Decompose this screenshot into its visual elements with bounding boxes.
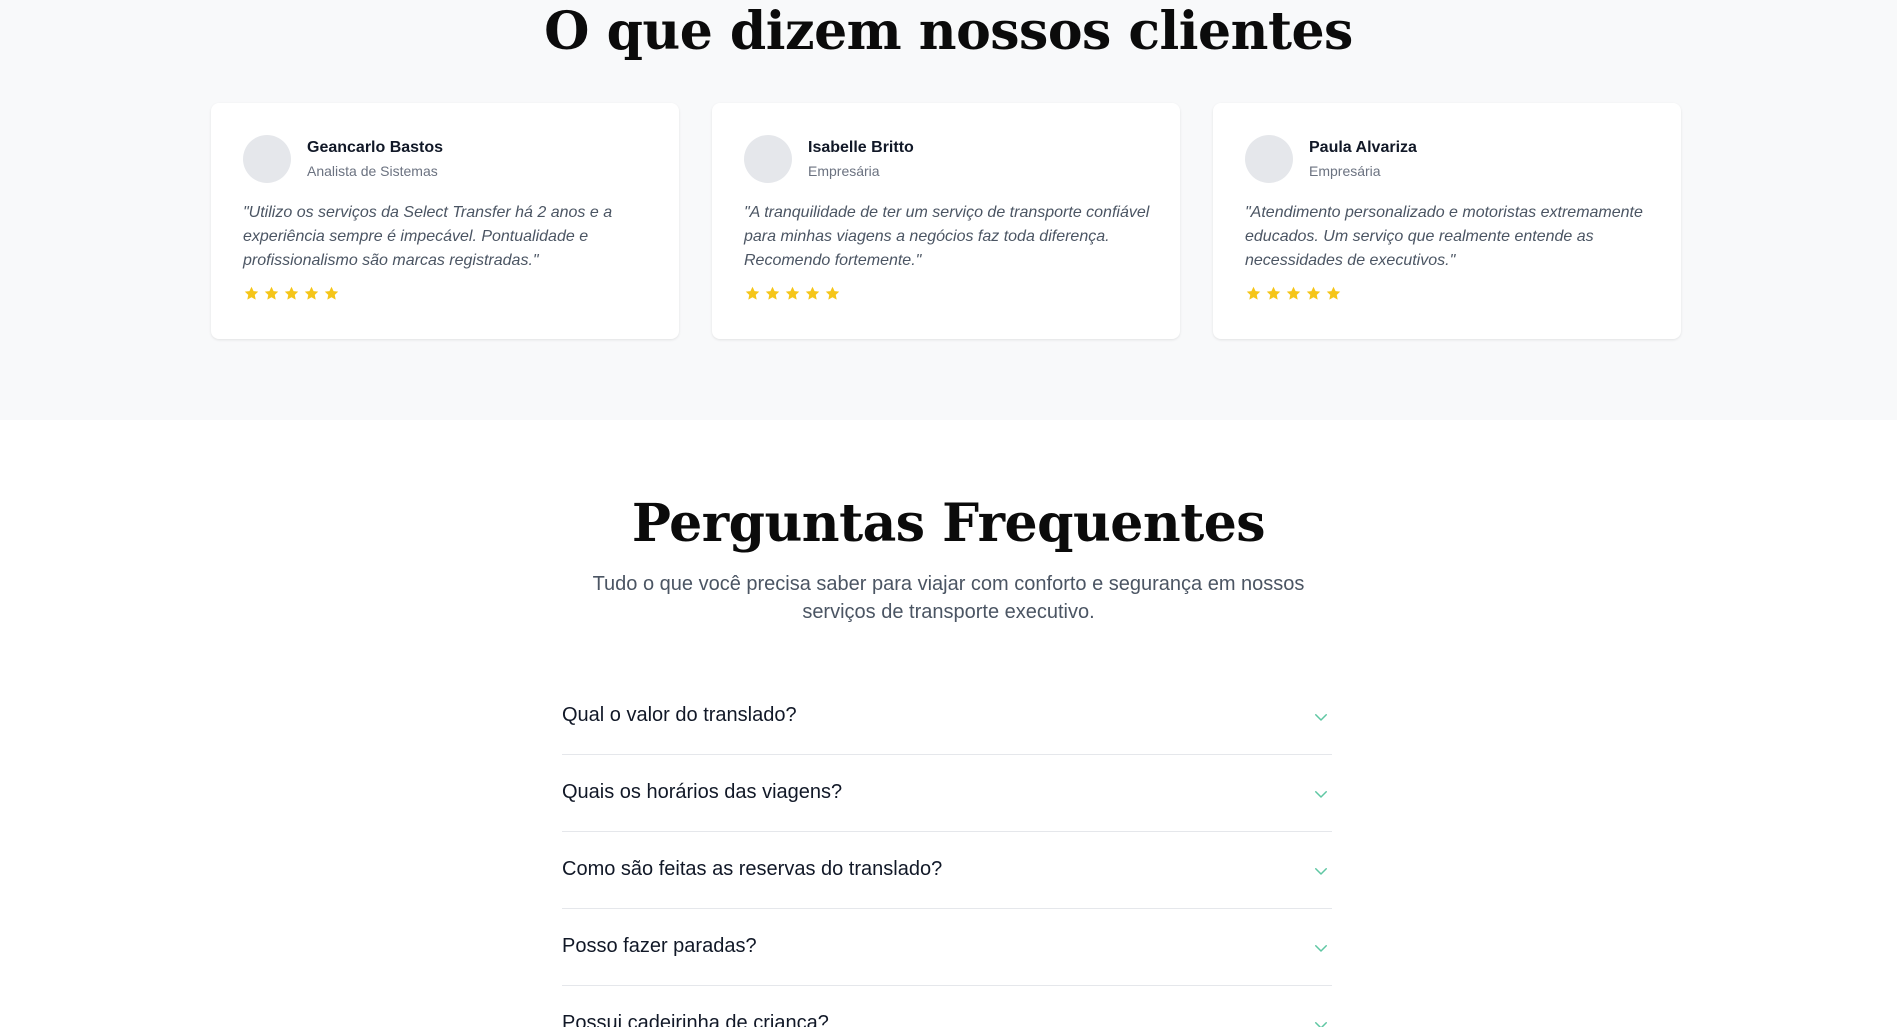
faq-question[interactable]: Quais os horários das viagens?: [562, 781, 842, 804]
star-icon: [744, 285, 761, 302]
testimonials-section: O que dizem nossos clientes Geancarlo Ba…: [0, 0, 1897, 420]
page: O que dizem nossos clientes Geancarlo Ba…: [0, 0, 1897, 1027]
faq-subtitle: Tudo o que você precisa saber para viaja…: [0, 570, 1897, 626]
faq-question[interactable]: Possui cadeirinha de criança?: [562, 1012, 829, 1027]
faq-item[interactable]: Posso fazer paradas?: [562, 909, 1332, 986]
faq-item[interactable]: Possui cadeirinha de criança?: [562, 986, 1332, 1027]
faq-subtitle-line: serviços de transporte executivo.: [802, 601, 1095, 623]
star-icon: [243, 285, 260, 302]
testimonial-role: Empresária: [808, 163, 880, 179]
avatar: [744, 135, 792, 183]
chevron-down-icon[interactable]: [1312, 1016, 1330, 1027]
testimonial-name: Geancarlo Bastos: [307, 139, 444, 156]
star-icon: [784, 285, 801, 302]
testimonial-role: Analista de Sistemas: [307, 163, 438, 179]
faq-question[interactable]: Posso fazer paradas?: [562, 935, 757, 958]
faq-question[interactable]: Qual o valor do translado?: [562, 704, 797, 727]
testimonial-card: Paula Alvariza Empresária "Atendimento p…: [1213, 103, 1681, 339]
testimonial-card: Isabelle Britto Empresária "A tranquilid…: [712, 103, 1180, 339]
testimonial-quote: "Utilizo os serviços da Select Transfer …: [243, 204, 613, 269]
faq-section: Perguntas Frequentes Tudo o que você pre…: [0, 420, 1897, 1027]
star-icon: [283, 285, 300, 302]
star-icon: [1245, 285, 1262, 302]
star-icon: [263, 285, 280, 302]
testimonials-title: O que dizem nossos clientes: [544, 1, 1353, 62]
faq-item[interactable]: Qual o valor do translado?: [562, 678, 1332, 755]
testimonial-name: Isabelle Britto: [808, 139, 914, 156]
star-icon: [1285, 285, 1302, 302]
chevron-down-icon[interactable]: [1312, 708, 1330, 726]
star-icon: [323, 285, 340, 302]
star-icon: [1305, 285, 1322, 302]
faq-item[interactable]: Como são feitas as reservas do translado…: [562, 832, 1332, 909]
faq-item[interactable]: Quais os horários das viagens?: [562, 755, 1332, 832]
star-icon: [1325, 285, 1342, 302]
avatar: [243, 135, 291, 183]
star-icon: [804, 285, 821, 302]
chevron-down-icon[interactable]: [1312, 939, 1330, 957]
faq-subtitle-line: Tudo o que você precisa saber para viaja…: [592, 573, 1305, 595]
star-icon: [1265, 285, 1282, 302]
star-icon: [824, 285, 841, 302]
chevron-down-icon[interactable]: [1312, 785, 1330, 803]
testimonial-name: Paula Alvariza: [1309, 139, 1417, 156]
star-rating: [243, 285, 340, 302]
avatar: [1245, 135, 1293, 183]
testimonial-cards: Geancarlo Bastos Analista de Sistemas "U…: [211, 103, 1683, 339]
chevron-down-icon[interactable]: [1312, 862, 1330, 880]
star-rating: [1245, 285, 1342, 302]
star-icon: [764, 285, 781, 302]
faq-question[interactable]: Como são feitas as reservas do translado…: [562, 858, 942, 881]
testimonial-card: Geancarlo Bastos Analista de Sistemas "U…: [211, 103, 679, 339]
faq-list: Qual o valor do translado? Quais os horá…: [562, 678, 1332, 1027]
faq-title: Perguntas Frequentes: [631, 493, 1266, 554]
testimonial-quote: "Atendimento personalizado e motoristas …: [1245, 204, 1643, 269]
star-icon: [303, 285, 320, 302]
testimonial-role: Empresária: [1309, 163, 1381, 179]
star-rating: [744, 285, 841, 302]
testimonial-quote: "A tranquilidade de ter um serviço de tr…: [744, 204, 1150, 269]
